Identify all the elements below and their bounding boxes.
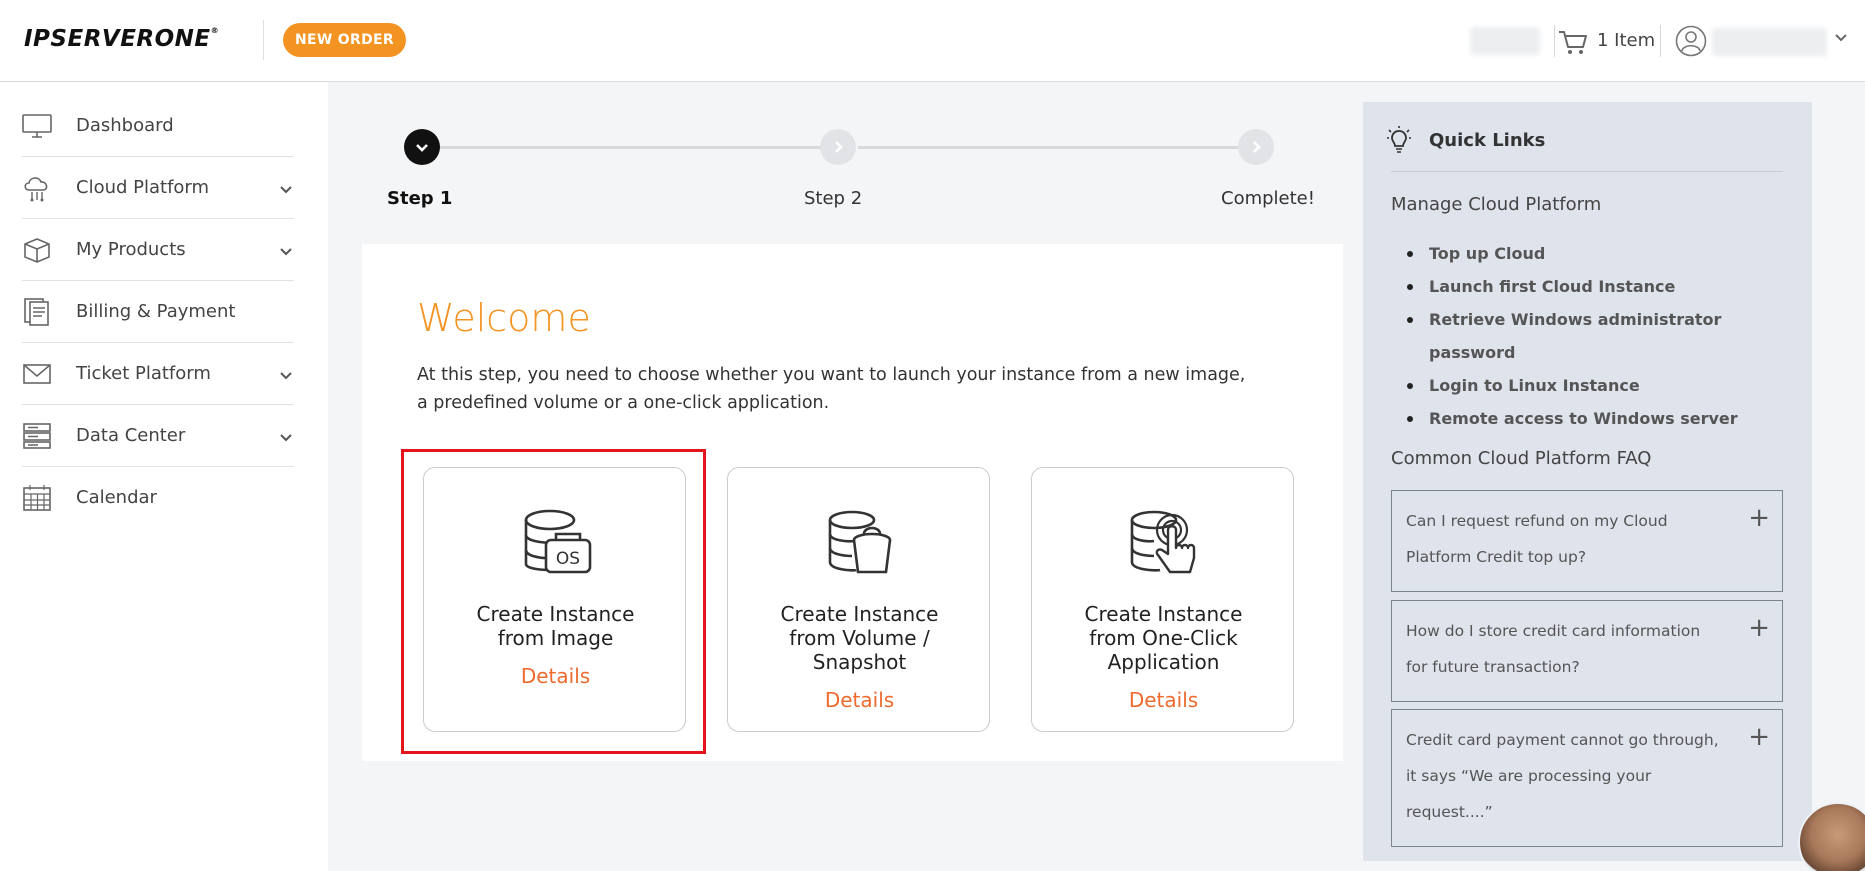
- divider: [1391, 171, 1783, 172]
- step-2-label: Step 2: [804, 188, 863, 209]
- faq-question: Credit card payment cannot go through, i…: [1406, 731, 1719, 821]
- sidebar-item-billing-payment[interactable]: Billing & Payment: [22, 282, 294, 343]
- chevron-down-icon[interactable]: [278, 430, 294, 446]
- user-avatar-icon[interactable]: [1675, 25, 1707, 57]
- chevron-down-icon[interactable]: [278, 368, 294, 384]
- step-2-indicator: [820, 129, 856, 165]
- quick-links-list: Top up Cloud Launch first Cloud Instance…: [1403, 237, 1812, 435]
- manage-cloud-heading: Manage Cloud Platform: [1391, 194, 1602, 215]
- faq-question: How do I store credit card information f…: [1406, 622, 1701, 676]
- faq-heading: Common Cloud Platform FAQ: [1391, 448, 1652, 469]
- step-1-label: Step 1: [387, 188, 453, 209]
- invoice-icon: [24, 298, 49, 326]
- intro-text: At this step, you need to choose whether…: [417, 365, 1246, 413]
- details-link[interactable]: Details: [1032, 688, 1295, 712]
- chevron-down-icon[interactable]: [278, 244, 294, 260]
- faq-item[interactable]: How do I store credit card information f…: [1391, 600, 1783, 702]
- sidebar-item-label: Data Center: [76, 425, 186, 446]
- details-link[interactable]: Details: [728, 688, 991, 712]
- faq-question: Can I request refund on my Cloud Platfor…: [1406, 512, 1668, 566]
- header-divider: [263, 20, 264, 60]
- sidebar-item-ticket-platform[interactable]: Ticket Platform: [22, 344, 294, 405]
- sidebar-item-data-center[interactable]: Data Center: [22, 406, 294, 467]
- new-order-button[interactable]: NEW ORDER: [283, 23, 406, 57]
- calendar-icon: [23, 485, 51, 511]
- database-bucket-icon: [828, 510, 892, 574]
- stepper-connector: [432, 146, 822, 149]
- card-title: Create Instance from Volume / Snapshot: [780, 602, 939, 674]
- sidebar-item-calendar[interactable]: Calendar: [22, 468, 294, 529]
- step-1-indicator: [404, 129, 440, 165]
- sidebar-item-label: Ticket Platform: [76, 363, 211, 384]
- plus-icon[interactable]: +: [1748, 505, 1770, 531]
- quick-link[interactable]: Top up Cloud: [1403, 237, 1812, 270]
- stepper-connector: [858, 146, 1238, 149]
- sidebar-item-label: Billing & Payment: [76, 301, 236, 322]
- sidebar-item-label: Cloud Platform: [76, 177, 210, 198]
- page-title: Welcome: [417, 296, 591, 340]
- quick-link[interactable]: Launch first Cloud Instance: [1403, 270, 1812, 303]
- plus-icon[interactable]: +: [1748, 724, 1770, 750]
- quick-link[interactable]: Retrieve Windows administrator password: [1403, 303, 1812, 369]
- account-balance-blurred: [1470, 27, 1540, 55]
- faq-item[interactable]: Credit card payment cannot go through, i…: [1391, 709, 1783, 847]
- header-separator: [1554, 25, 1555, 57]
- database-click-icon: [1130, 510, 1196, 574]
- cart-icon[interactable]: [1557, 28, 1589, 56]
- selection-highlight: [401, 449, 706, 754]
- step-complete-indicator: [1238, 129, 1274, 165]
- faq-item[interactable]: Can I request refund on my Cloud Platfor…: [1391, 490, 1783, 592]
- top-header: IPSERVERONE® NEW ORDER 1 Item: [0, 0, 1865, 82]
- cart-item-count[interactable]: 1 Item: [1597, 30, 1655, 51]
- plus-icon[interactable]: +: [1748, 615, 1770, 641]
- sidebar-item-my-products[interactable]: My Products: [22, 220, 294, 281]
- step-complete-label: Complete!: [1221, 188, 1315, 209]
- monitor-icon: [22, 114, 52, 138]
- header-separator: [1660, 25, 1661, 57]
- chevron-right-icon: [835, 141, 843, 153]
- username-blurred: [1712, 28, 1827, 56]
- server-icon: [23, 423, 51, 449]
- box-icon: [24, 238, 50, 263]
- quick-link[interactable]: Remote access to Windows server: [1403, 402, 1812, 435]
- sidebar-item-label: Calendar: [76, 487, 157, 508]
- chevron-down-icon[interactable]: [278, 182, 294, 198]
- create-from-one-click-card[interactable]: Create Instance from One-Click Applicati…: [1031, 467, 1294, 732]
- lightbulb-icon: [1387, 126, 1411, 153]
- chevron-down-icon: [416, 144, 428, 152]
- sidebar-item-cloud-platform[interactable]: Cloud Platform: [22, 158, 294, 219]
- sidebar-item-label: Dashboard: [76, 115, 174, 136]
- cloud-icon: [24, 177, 48, 202]
- sidebar-item-label: My Products: [76, 239, 186, 260]
- chevron-right-icon: [1253, 141, 1261, 153]
- ipserverone-logo[interactable]: IPSERVERONE®: [24, 26, 219, 52]
- sidebar: Dashboard Cloud Platform My Products Bil…: [0, 82, 328, 871]
- sidebar-item-dashboard[interactable]: Dashboard: [22, 96, 294, 157]
- quick-links-panel: Quick Links Manage Cloud Platform Top up…: [1363, 102, 1812, 861]
- create-from-volume-snapshot-card[interactable]: Create Instance from Volume / Snapshot D…: [727, 467, 990, 732]
- envelope-icon: [23, 364, 51, 384]
- quick-links-title: Quick Links: [1429, 130, 1546, 151]
- quick-link[interactable]: Login to Linux Instance: [1403, 369, 1812, 402]
- chevron-down-icon[interactable]: [1833, 30, 1849, 46]
- card-title: Create Instance from One-Click Applicati…: [1084, 602, 1243, 674]
